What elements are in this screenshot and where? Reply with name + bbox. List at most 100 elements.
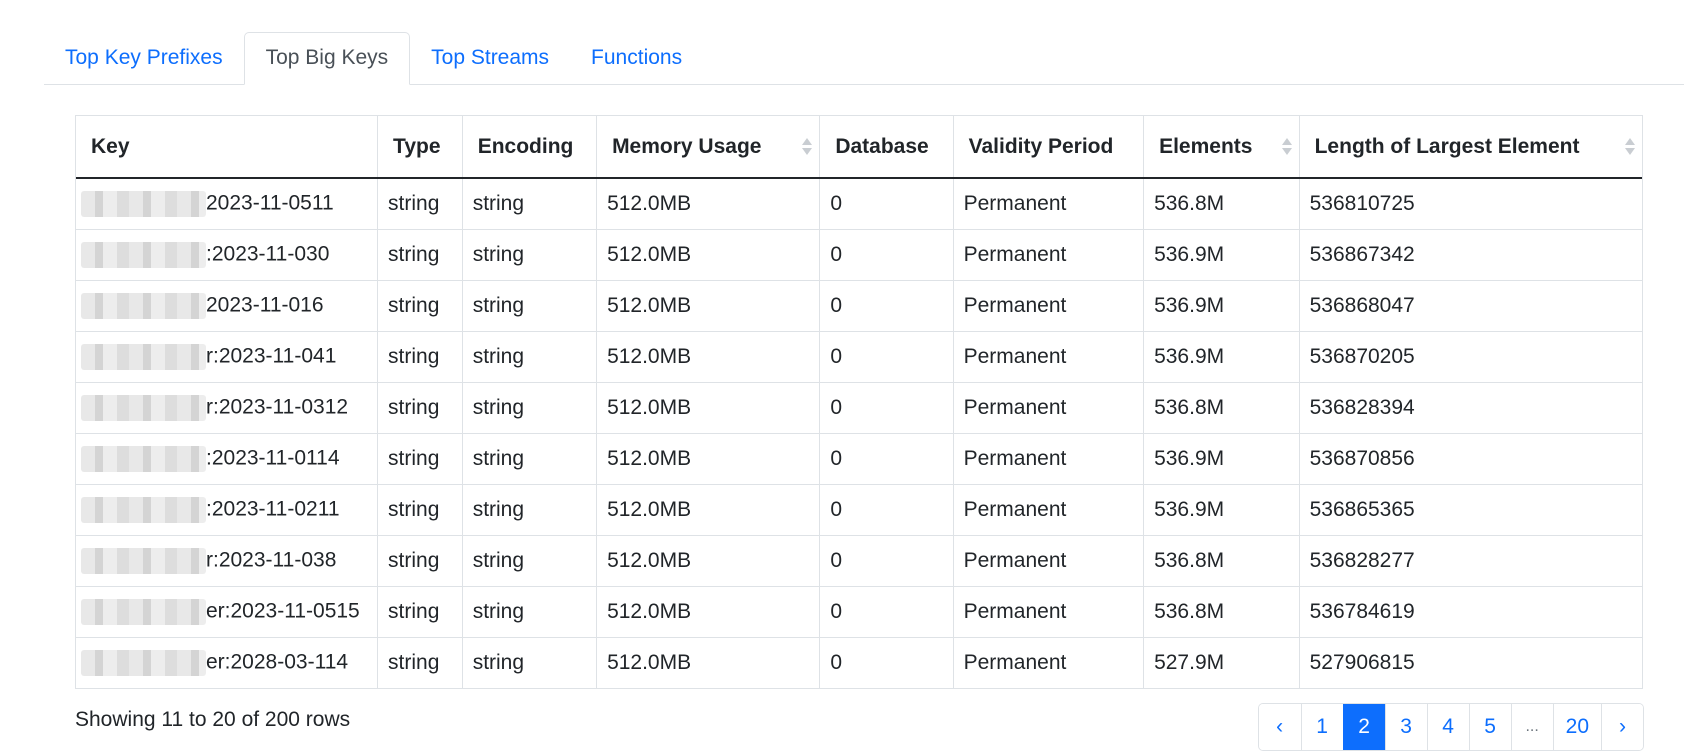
redacted-key-prefix [81,650,206,676]
tab-top-streams[interactable]: Top Streams [410,32,570,84]
column-header-type: Type [377,116,463,179]
table-cell: 0 [819,586,954,638]
prev-page-button[interactable]: ‹ [1258,704,1301,750]
cell-value: string [472,447,525,470]
table-cell: 536.9M [1143,229,1300,281]
table-cell: 536810725 [1298,178,1642,230]
sort-icon[interactable] [802,138,813,156]
table-cell: er:2023-11-0515 [76,586,378,638]
column-header-label: Validity Period [968,134,1114,158]
column-header-length-of-largest-element[interactable]: Length of Largest Element [1298,116,1642,179]
table-cell: 512.0MB [596,331,820,383]
sort-icon[interactable] [1625,138,1635,156]
cell-value: string [388,447,440,470]
page-button-5[interactable]: 5 [1468,704,1511,750]
table-cell: string [461,331,597,383]
table-cell: 536784619 [1298,586,1642,638]
cell-value: 0 [830,192,842,215]
page-button-4[interactable]: 4 [1426,704,1469,750]
table-cell: string [377,586,463,638]
table-body: 2023-11-0511 string string 512.0MB 0 Permanen… [76,178,1642,688]
cell-value: 536.8M [1154,549,1225,572]
cell-value: 536.9M [1154,498,1225,521]
table-cell: 536.8M [1143,178,1300,230]
tab-top-key-prefixes[interactable]: Top Key Prefixes [44,32,244,84]
cell-value: 0 [830,396,842,419]
cell-value: 0 [830,345,842,368]
cell-value: string [472,243,525,266]
table-cell: string [461,178,597,230]
cell-value: Permanent [963,192,1067,215]
next-page-button[interactable]: › [1601,704,1643,750]
cell-value: string [472,345,525,368]
table-cell: Permanent [952,535,1144,587]
table-cell: 0 [819,433,954,485]
table-cell: string [377,280,463,332]
cell-value: r:2023-11-038 [206,548,337,572]
table-cell: 536867342 [1298,229,1642,281]
redacted-key-prefix [81,344,206,370]
cell-value: string [472,498,525,521]
table-cell: :2023-11-030 [76,229,378,281]
table-cell: string [377,535,463,587]
table-cell: Permanent [952,382,1144,434]
sort-icon[interactable] [1281,138,1292,156]
cell-value: Permanent [963,396,1067,419]
cell-value: 0 [830,294,842,317]
cell-value: Permanent [963,549,1067,572]
redacted-key-prefix [81,599,206,625]
column-header-elements[interactable]: Elements [1143,116,1300,179]
cell-value: Permanent [963,294,1067,317]
page-button-1[interactable]: 1 [1300,704,1343,750]
cell-value: 536.9M [1154,294,1225,317]
table-cell: er:2028-03-114 [76,637,378,688]
table-cell: 536.9M [1143,433,1300,485]
table-cell: Permanent [952,484,1144,536]
table-cell: 536828277 [1298,535,1642,587]
column-header-label: Encoding [477,134,574,158]
cell-value: string [472,192,525,215]
table-cell: 536.9M [1143,331,1300,383]
table-row: er:2023-11-0515 string string 512.0MB 0 Perma… [76,586,1642,638]
table-cell: 512.0MB [596,535,820,587]
table-cell: string [377,637,463,688]
cell-value: 0 [830,447,842,470]
column-header-label: Database [835,134,929,158]
table-cell: 536870205 [1298,331,1642,383]
redacted-key-prefix [81,497,206,523]
cell-value: string [472,396,525,419]
page-button-3[interactable]: 3 [1384,704,1427,750]
tab-top-big-keys[interactable]: Top Big Keys [243,32,411,85]
cell-value: string [388,345,440,368]
cell-value: string [388,549,440,572]
table-cell: 512.0MB [596,229,820,281]
tab-bar: Top Key Prefixes Top Big Keys Top Streams F… [44,32,1684,85]
cell-value: 512.0MB [607,498,692,521]
cell-value: string [388,294,440,317]
table-cell: Permanent [952,637,1144,688]
redacted-key-prefix [81,191,206,217]
column-header-validity-period: Validity Period [952,116,1144,179]
table-header-row: Key Type Encoding Memory Usage Database Valid… [76,116,1642,179]
table-cell: r:2023-11-0312 [76,382,378,434]
cell-value: 512.0MB [607,243,692,266]
table-cell: 536.9M [1143,280,1300,332]
cell-value: string [388,498,440,521]
page-button-2[interactable]: 2 [1342,704,1385,750]
cell-value: 536870205 [1309,345,1415,368]
table-cell: string [377,178,463,230]
page-button-20[interactable]: 20 [1552,704,1601,750]
cell-value: 0 [830,498,842,521]
cell-value: 0 [830,600,842,623]
column-header-memory-usage[interactable]: Memory Usage [596,116,820,179]
cell-value: 512.0MB [607,192,692,215]
cell-value: er:2023-11-0515 [206,599,360,623]
table-cell: 527906815 [1298,637,1642,688]
table-cell: 0 [819,382,954,434]
column-header-database: Database [819,116,954,179]
table-cell: 512.0MB [596,382,820,434]
tab-functions[interactable]: Functions [570,32,703,84]
table-cell: 536868047 [1298,280,1642,332]
cell-value: 536828277 [1309,549,1415,572]
pagination-ellipsis: ... [1510,704,1553,750]
